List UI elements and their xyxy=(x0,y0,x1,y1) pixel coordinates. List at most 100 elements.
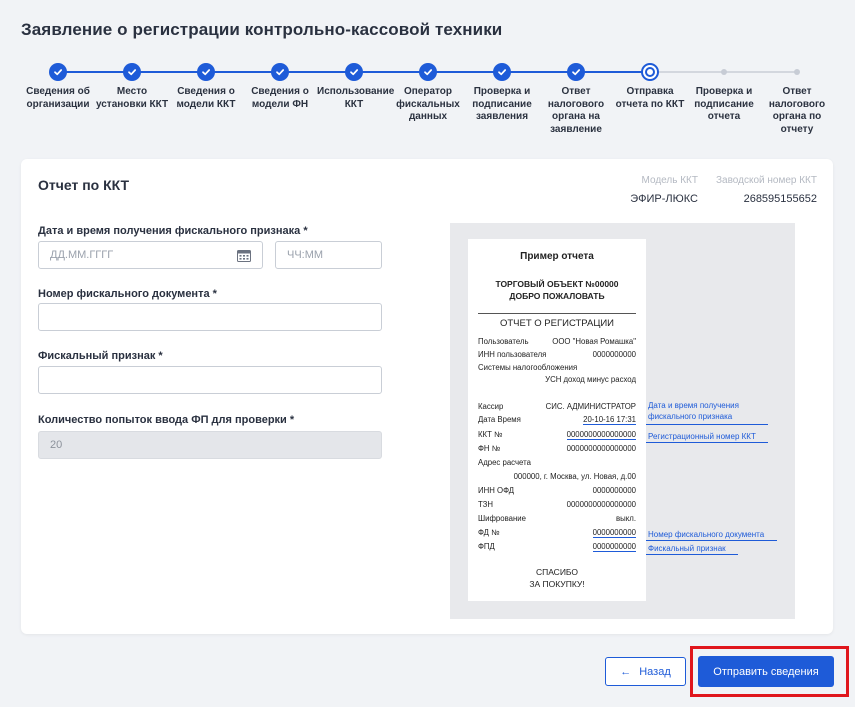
step-label: Отправка отчета по ККТ xyxy=(615,86,685,110)
kkt-serial: Заводской номер ККТ 268595155652 xyxy=(716,175,817,205)
back-button-label: Назад xyxy=(639,665,671,678)
check-icon xyxy=(271,63,289,81)
step-tax-response-report: Ответ налогового органа по отчету xyxy=(760,60,834,136)
step-tax-response-application[interactable]: Ответ налогового органа на заявление xyxy=(539,60,613,136)
kkt-model-value: ЭФИР-ЛЮКС xyxy=(630,193,698,205)
step-kkt-model[interactable]: Сведения о модели ККТ xyxy=(169,60,243,111)
receipt-example-panel: Пример отчета ТОРГОВЫЙ ОБЪЕКТ №00000 ДОБ… xyxy=(450,223,795,619)
receipt-value: 0000000000000000 xyxy=(566,444,636,453)
receipt-value: ООО "Новая Ромашка" xyxy=(552,337,636,346)
kkt-serial-label: Заводской номер ККТ xyxy=(715,175,817,186)
annotation-reg-number-underline xyxy=(646,442,768,443)
receipt-shop-line2: ДОБРО ПОЖАЛОВАТЬ xyxy=(509,291,605,301)
receipt-divider xyxy=(478,313,636,314)
receipt-row-inn-ofd: ИНН ОФД 0000000000 xyxy=(478,486,636,495)
report-card: Отчет по ККТ Модель ККТ ЭФИР-ЛЮКС Заводс… xyxy=(21,159,833,634)
fiscal-sign-input[interactable] xyxy=(38,366,382,394)
attempts-input: 20 xyxy=(38,431,382,459)
receipt-row-datetime: Дата Время 20-10-16 17:31 xyxy=(478,415,636,425)
receipt-address-label: Адрес расчета xyxy=(478,458,531,467)
receipt-value: 0000000000000000 xyxy=(566,500,636,509)
receipt-value: УСН доход минус расход xyxy=(545,375,636,384)
step-label: Сведения о модели ФН xyxy=(251,86,309,110)
receipt-value: СИС. АДМИНИСТРАТОР xyxy=(545,402,636,411)
receipt-row-cashier: Кассир СИС. АДМИНИСТРАТОР xyxy=(478,402,636,411)
kkt-serial-value: 268595155652 xyxy=(743,193,817,205)
receipt-row-user: Пользователь ООО "Новая Ромашка" xyxy=(478,337,636,346)
receipt-shop: ТОРГОВЫЙ ОБЪЕКТ №00000 ДОБРО ПОЖАЛОВАТЬ xyxy=(468,278,646,302)
check-icon xyxy=(345,63,363,81)
receipt-row-encryption: Шифрование выкл. xyxy=(478,514,636,523)
arrow-left-icon: ← xyxy=(620,665,632,678)
receipt-thanks-line2: ЗА ПОКУПКУ! xyxy=(529,579,585,589)
annotation-datetime: Дата и время получения фискального призн… xyxy=(648,400,739,422)
annotation-datetime-underline xyxy=(646,424,768,425)
check-icon xyxy=(567,63,585,81)
receipt-row-tax: УСН доход минус расход xyxy=(478,375,636,384)
receipt-value: 0000000000 xyxy=(592,542,636,552)
doc-number-input[interactable] xyxy=(38,303,382,331)
page-title: Заявление о регистрации контрольно-кассо… xyxy=(21,20,503,39)
receipt-label: Пользователь xyxy=(478,337,529,346)
receipt-label: ККТ № xyxy=(478,430,503,439)
annotation-datetime-line1: Дата и время получения xyxy=(648,401,739,410)
step-send-report[interactable]: Отправка отчета по ККТ xyxy=(613,60,687,111)
kkt-model-label: Модель ККТ xyxy=(641,175,698,186)
receipt-value: 20-10-16 17:31 xyxy=(583,415,636,425)
time-input[interactable]: ЧЧ:ММ xyxy=(275,241,382,269)
calendar-icon[interactable] xyxy=(237,249,251,262)
back-button[interactable]: ← Назад xyxy=(605,657,686,686)
datetime-label: Дата и время получения фискального призн… xyxy=(38,225,308,237)
step-label: Ответ налогового органа на заявление xyxy=(547,86,605,135)
attempts-label: Количество попыток ввода ФП для проверки… xyxy=(38,414,295,426)
receipt-row-fpd: ФПД 0000000000 xyxy=(478,542,636,552)
step-label: Использование ККТ xyxy=(317,86,395,110)
receipt-value: 0000000000 xyxy=(592,486,636,495)
receipt-value: 0000000000 xyxy=(592,350,636,359)
receipt-thanks: СПАСИБО ЗА ПОКУПКУ! xyxy=(468,566,646,590)
receipt-label: ТЗН xyxy=(478,500,494,509)
receipt-label: Дата Время xyxy=(478,415,521,424)
annotation-fiscal-sign-underline xyxy=(646,554,738,555)
card-title: Отчет по ККТ xyxy=(38,177,130,193)
check-icon xyxy=(49,63,67,81)
pending-step-icon xyxy=(794,69,800,75)
check-icon xyxy=(493,63,511,81)
doc-number-label: Номер фискального документа * xyxy=(38,288,217,300)
receipt-row-inn-user: ИНН пользователя 0000000000 xyxy=(478,350,636,359)
receipt-value: 0000000000 xyxy=(592,528,636,538)
receipt-report-title: ОТЧЕТ О РЕГИСТРАЦИИ xyxy=(499,318,615,329)
check-icon xyxy=(123,63,141,81)
annotation-fd-number-underline xyxy=(646,540,777,541)
receipt-row-fd: ФД № 0000000000 xyxy=(478,528,636,538)
step-organization[interactable]: Сведения об организации xyxy=(21,60,95,111)
attempts-value: 20 xyxy=(50,439,63,451)
step-ofd[interactable]: Оператор фискальных данных xyxy=(391,60,465,124)
receipt-example: Пример отчета ТОРГОВЫЙ ОБЪЕКТ №00000 ДОБ… xyxy=(468,239,646,601)
step-label: Ответ налогового органа по отчету xyxy=(768,86,826,135)
date-input[interactable]: ДД.ММ.ГГГГ xyxy=(38,241,263,269)
annotation-fd-number: Номер фискального документа xyxy=(648,530,765,539)
receipt-label: ФН № xyxy=(478,444,501,453)
step-fn-model[interactable]: Сведения о модели ФН xyxy=(243,60,317,111)
step-label: Сведения об организации xyxy=(26,86,90,110)
receipt-value: выкл. xyxy=(616,514,636,523)
receipt-value: 000000, г. Москва, ул. Новая, д.00 xyxy=(513,472,636,481)
time-placeholder: ЧЧ:ММ xyxy=(287,249,324,261)
receipt-row-address: 000000, г. Москва, ул. Новая, д.00 xyxy=(478,472,636,481)
date-placeholder: ДД.ММ.ГГГГ xyxy=(50,249,114,261)
current-step-icon xyxy=(641,63,659,81)
pending-step-icon xyxy=(721,69,727,75)
receipt-tax-label: Системы налогообложения xyxy=(478,363,578,372)
step-install-place[interactable]: Место установки ККТ xyxy=(95,60,169,111)
receipt-value: 0000000000000000 xyxy=(566,430,636,440)
receipt-label: Шифрование xyxy=(478,514,526,523)
step-label: Оператор фискальных данных xyxy=(396,86,460,122)
annotation-datetime-line2: фискального признака xyxy=(648,412,733,421)
receipt-shop-line1: ТОРГОВЫЙ ОБЪЕКТ №00000 xyxy=(495,279,619,289)
receipt-row-tzn: ТЗН 0000000000000000 xyxy=(478,500,636,509)
step-label: Место установки ККТ xyxy=(95,86,169,110)
step-sign-application[interactable]: Проверка и подписание заявления xyxy=(465,60,539,124)
progress-stepper: Сведения об организации Место установки … xyxy=(21,60,835,150)
step-kkt-usage[interactable]: Использование ККТ xyxy=(317,60,395,111)
